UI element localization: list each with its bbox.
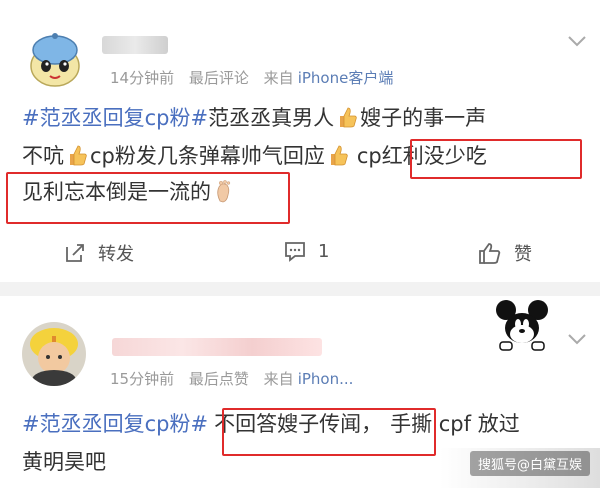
- post-time: 15分钟前: [110, 370, 175, 388]
- text-segment: 嫂子的事一声: [360, 106, 487, 130]
- post-kind: 最后评论: [188, 69, 249, 87]
- user-avatar-2[interactable]: [22, 322, 86, 386]
- post-source[interactable]: iPhone客户端: [298, 69, 394, 87]
- thumbs-up-emoji-icon: [330, 145, 348, 166]
- username-blurred[interactable]: [112, 338, 322, 356]
- chevron-down-icon[interactable]: [566, 332, 588, 346]
- post-source[interactable]: iPhon...: [298, 370, 354, 388]
- watermark: 搜狐号@白黛互娱: [469, 451, 590, 476]
- action-bar: 转发 1 赞: [0, 232, 600, 276]
- mascot-avatar-icon: [30, 33, 80, 87]
- post-divider: [0, 282, 600, 296]
- highlight-box: [222, 408, 436, 456]
- comment-button[interactable]: 1: [284, 240, 329, 262]
- post-meta: 14分钟前 最后评论 来自 iPhone客户端: [110, 67, 403, 88]
- like-icon: [479, 243, 501, 264]
- chevron-down-icon[interactable]: [566, 34, 588, 48]
- weibo-post-1: 14分钟前 最后评论 来自 iPhone客户端 #范丞丞回复cp粉#范丞丞真男人 嫂…: [0, 0, 600, 282]
- like-label: 赞: [514, 244, 532, 265]
- topic-hashtag[interactable]: #范丞丞回复cp粉#: [22, 412, 208, 436]
- thumbs-up-emoji-icon: [70, 145, 87, 166]
- like-button[interactable]: 赞: [478, 240, 532, 266]
- user-avatar-1[interactable]: [24, 30, 86, 92]
- thumbs-up-emoji-icon: [340, 107, 357, 128]
- highlight-box: [6, 172, 290, 224]
- yellow-hat-avatar-icon: [22, 322, 86, 386]
- post2-text-line-2: 黄明昊吧: [22, 444, 106, 480]
- highlight-box: [410, 139, 582, 179]
- share-icon: [66, 244, 84, 262]
- post-meta: 15分钟前 最后点赞 来自 iPhon...: [110, 368, 363, 389]
- text-segment: 黄明昊吧: [22, 450, 106, 474]
- post-from: 来自: [263, 69, 294, 87]
- topic-hashtag[interactable]: #范丞丞回复cp粉#: [22, 106, 208, 130]
- post-text-line-1: #范丞丞回复cp粉#范丞丞真男人 嫂子的事一声: [22, 100, 486, 136]
- repost-button[interactable]: 转发: [64, 240, 134, 266]
- repost-label: 转发: [98, 244, 134, 265]
- post-kind: 最后点赞: [188, 370, 249, 388]
- text-segment: 范丞丞真男人: [208, 106, 335, 130]
- post-time: 14分钟前: [110, 69, 175, 87]
- username-blurred[interactable]: [102, 36, 168, 54]
- text-segment: 不吭: [22, 144, 64, 168]
- post-from: 来自: [263, 370, 294, 388]
- text-segment: cp粉发几条弹幕帅气回应: [90, 144, 325, 168]
- comment-icon: [285, 242, 305, 262]
- comment-count: 1: [318, 240, 330, 262]
- mickey-sticker-icon: [496, 300, 548, 351]
